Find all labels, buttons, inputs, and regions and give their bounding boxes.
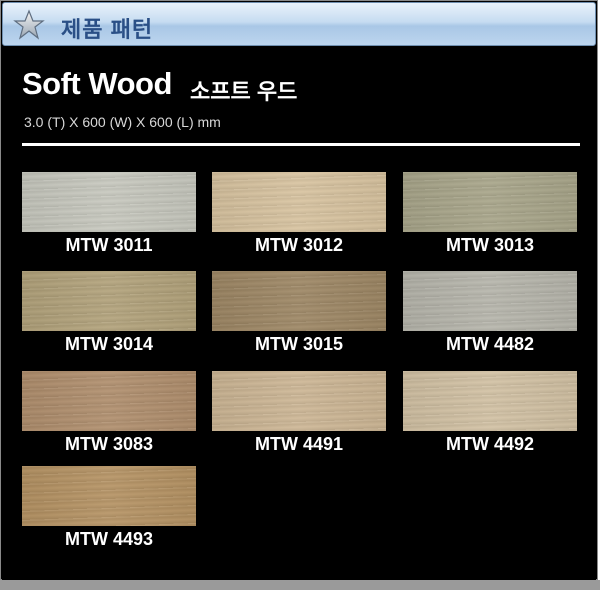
pattern-code: MTW 3083 — [64, 434, 154, 454]
pattern-code: MTW 3015 — [254, 334, 344, 354]
pattern-swatch[interactable] — [403, 271, 577, 331]
pattern-swatch[interactable] — [22, 466, 196, 526]
divider — [22, 143, 580, 146]
pattern-swatch[interactable] — [212, 172, 386, 232]
product-name-kr: 소프트 우드 — [190, 79, 298, 104]
pattern-code: MTW 3013 — [445, 235, 535, 255]
pattern-code: MTW 3011 — [65, 235, 153, 255]
pattern-swatch[interactable] — [212, 271, 386, 331]
pattern-code: MTW 3012 — [254, 235, 344, 255]
pattern-code: MTW 4492 — [445, 434, 535, 454]
pattern-code: MTW 4491 — [254, 434, 344, 454]
product-name: Soft Wood — [22, 66, 172, 101]
section-header: 제품 패턴 — [2, 2, 596, 46]
product-dimensions: 3.0 (T) X 600 (W) X 600 (L) mm — [24, 114, 221, 130]
pattern-code: MTW 4493 — [64, 529, 154, 549]
pattern-swatch[interactable] — [22, 172, 196, 232]
pattern-swatch[interactable] — [403, 172, 577, 232]
header-title: 제품 패턴 — [61, 17, 154, 42]
pattern-swatch[interactable] — [212, 371, 386, 431]
pattern-code: MTW 4482 — [445, 334, 535, 354]
star-icon — [13, 9, 45, 40]
pattern-swatch[interactable] — [22, 271, 196, 331]
pattern-swatch[interactable] — [403, 371, 577, 431]
pattern-swatch[interactable] — [22, 371, 196, 431]
pattern-code: MTW 3014 — [64, 334, 154, 354]
bottom-bar — [0, 580, 600, 590]
